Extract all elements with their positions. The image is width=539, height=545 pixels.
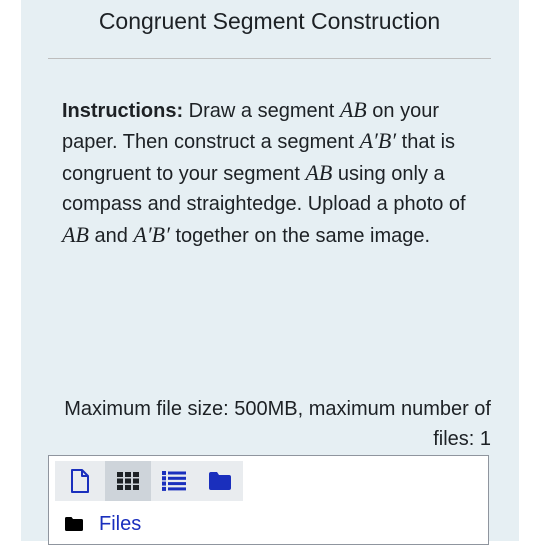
instructions-label: Instructions:	[62, 100, 184, 122]
file-icon	[71, 469, 89, 493]
upload-limits-text: Maximum file size: 500MB, maximum number…	[64, 398, 491, 450]
math-segment-ab: AB	[339, 97, 367, 122]
file-picker: Files	[48, 455, 489, 545]
folder-tree-icon	[209, 472, 231, 490]
files-folder-row[interactable]: Files	[65, 511, 141, 537]
instructions-part: Draw a segment	[183, 100, 340, 122]
math-segment-a-prime-b-prime: A′B′	[359, 128, 397, 154]
folder-view-button[interactable]	[197, 461, 243, 501]
instructions-part: together on the same image.	[169, 224, 431, 247]
grid-view-button[interactable]	[105, 461, 151, 501]
list-view-icon	[162, 471, 186, 491]
instructions-text: Instructions: Draw a segment AB on your …	[62, 95, 492, 251]
files-link[interactable]: Files	[99, 513, 141, 536]
list-view-button[interactable]	[151, 461, 197, 501]
page-title: Congruent Segment Construction	[98, 8, 441, 34]
grid-view-icon	[117, 472, 139, 490]
add-file-button[interactable]	[55, 461, 105, 501]
title-divider	[48, 58, 491, 59]
math-segment-ab: AB	[62, 221, 89, 247]
math-segment-ab: AB	[305, 159, 333, 185]
folder-icon	[65, 517, 83, 531]
file-picker-toolbar	[55, 461, 243, 501]
instructions-part: and	[88, 224, 134, 247]
math-segment-a-prime-b-prime: A′B′	[133, 221, 170, 247]
